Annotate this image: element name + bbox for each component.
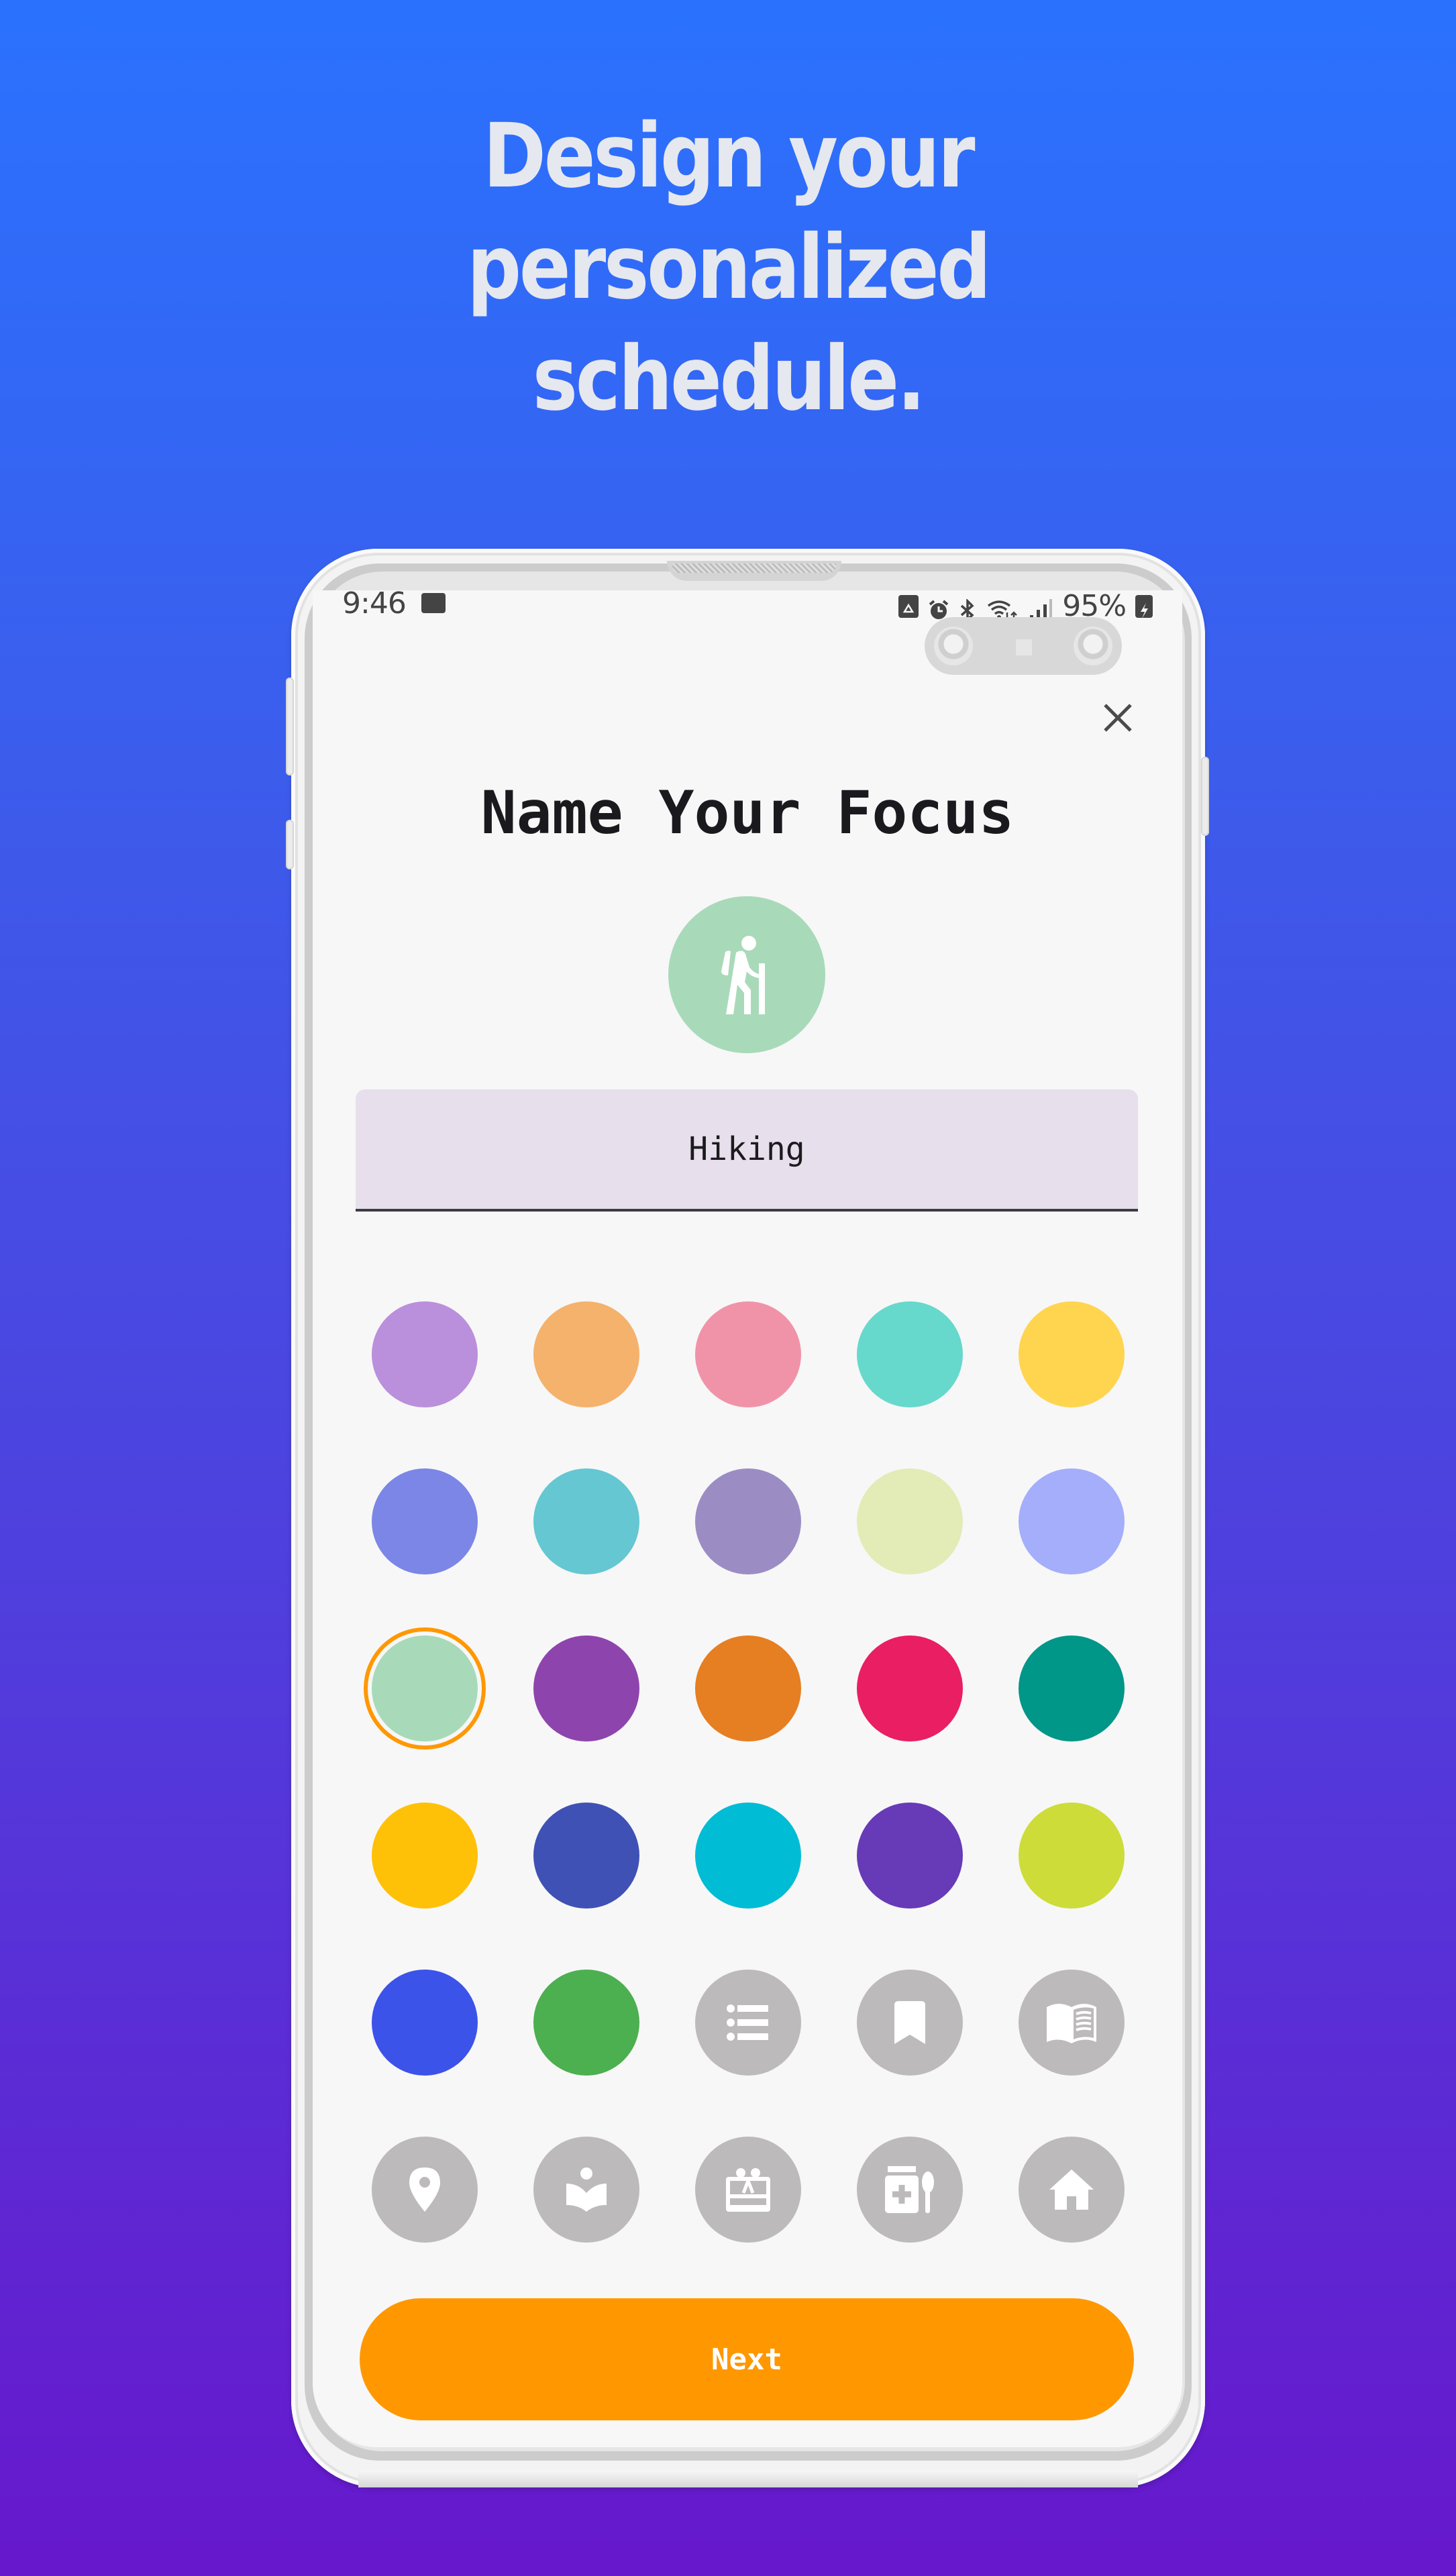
reading-person-icon bbox=[566, 2167, 607, 2212]
color-swatch[interactable] bbox=[533, 1635, 639, 1741]
color-swatch[interactable] bbox=[1019, 1635, 1125, 1741]
icon-option-medicine-spoon[interactable] bbox=[857, 2137, 963, 2243]
color-swatch[interactable] bbox=[533, 1803, 639, 1909]
color-swatch[interactable] bbox=[695, 1301, 801, 1407]
color-swatch[interactable] bbox=[372, 1468, 478, 1574]
close-button[interactable] bbox=[1098, 698, 1138, 738]
color-swatch[interactable] bbox=[1019, 1301, 1125, 1407]
focus-name-input[interactable] bbox=[356, 1130, 1138, 1168]
location-pin-icon bbox=[409, 2167, 440, 2212]
selected-icon-preview bbox=[668, 896, 825, 1053]
speaker-grill bbox=[672, 564, 836, 573]
color-swatch[interactable] bbox=[857, 1301, 963, 1407]
color-swatch[interactable] bbox=[372, 1635, 478, 1741]
power-button bbox=[1201, 757, 1209, 836]
recycle-notification-icon bbox=[898, 594, 919, 618]
icon-option-location-pin[interactable] bbox=[372, 2137, 478, 2243]
color-swatch[interactable] bbox=[533, 1301, 639, 1407]
earpiece-speaker bbox=[667, 561, 841, 581]
color-swatch[interactable] bbox=[695, 1635, 801, 1741]
color-swatch[interactable] bbox=[857, 1803, 963, 1909]
camera-lens bbox=[1074, 627, 1112, 665]
color-swatch[interactable] bbox=[372, 1301, 478, 1407]
color-swatch[interactable] bbox=[695, 1803, 801, 1909]
icon-option-list[interactable] bbox=[695, 1970, 801, 2076]
battery-charging-icon bbox=[1135, 594, 1153, 619]
status-time: 9:46 bbox=[342, 590, 407, 621]
color-swatch[interactable] bbox=[372, 1803, 478, 1909]
wifi-data-icon bbox=[987, 595, 1019, 622]
color-swatch[interactable] bbox=[857, 1635, 963, 1741]
icon-option-bookmark[interactable] bbox=[857, 1970, 963, 2076]
bookmark-icon bbox=[894, 2001, 925, 2044]
focus-name-field[interactable] bbox=[356, 1089, 1138, 1212]
open-book-icon bbox=[1047, 2002, 1096, 2043]
promo-headline: Design your personalized schedule. bbox=[102, 101, 1354, 435]
volume-down-button bbox=[286, 820, 294, 869]
icon-option-reading-person[interactable] bbox=[533, 2137, 639, 2243]
color-swatch[interactable] bbox=[1019, 1803, 1125, 1909]
icon-option-gift-card[interactable] bbox=[695, 2137, 801, 2243]
color-swatch[interactable] bbox=[533, 1970, 639, 2076]
close-icon bbox=[1104, 704, 1132, 732]
camera-lens bbox=[934, 627, 973, 665]
icon-option-home[interactable] bbox=[1019, 2137, 1125, 2243]
app-screen: 9:46 95% Name Your Focus Hiking Next bbox=[313, 590, 1182, 2447]
headline-line-1: Design your bbox=[482, 105, 976, 208]
color-swatch[interactable] bbox=[372, 1970, 478, 2076]
headline-line-3: schedule. bbox=[532, 327, 926, 431]
gift-card-icon bbox=[725, 2167, 772, 2212]
color-swatch[interactable] bbox=[533, 1468, 639, 1574]
dialog-title: Name Your Focus bbox=[480, 778, 1015, 847]
icon-option-open-book[interactable] bbox=[1019, 1970, 1125, 2076]
signal-icon bbox=[1029, 595, 1053, 622]
medicine-spoon-icon bbox=[885, 2166, 935, 2213]
bluetooth-icon bbox=[957, 595, 978, 623]
alarm-icon bbox=[928, 595, 949, 619]
color-swatch[interactable] bbox=[1019, 1468, 1125, 1574]
phone-bottom-rim bbox=[358, 2470, 1138, 2487]
calendar-notification-icon bbox=[421, 593, 446, 613]
color-swatch[interactable] bbox=[857, 1468, 963, 1574]
headline-line-2: personalized bbox=[466, 216, 992, 319]
volume-up-button bbox=[286, 678, 294, 775]
home-icon bbox=[1049, 2169, 1094, 2210]
hiking-icon bbox=[721, 936, 765, 1014]
front-camera-cutout bbox=[925, 617, 1122, 675]
list-icon bbox=[727, 2003, 770, 2042]
camera-sensor bbox=[1016, 639, 1032, 655]
next-button[interactable]: Next bbox=[360, 2298, 1134, 2420]
color-swatch[interactable] bbox=[695, 1468, 801, 1574]
